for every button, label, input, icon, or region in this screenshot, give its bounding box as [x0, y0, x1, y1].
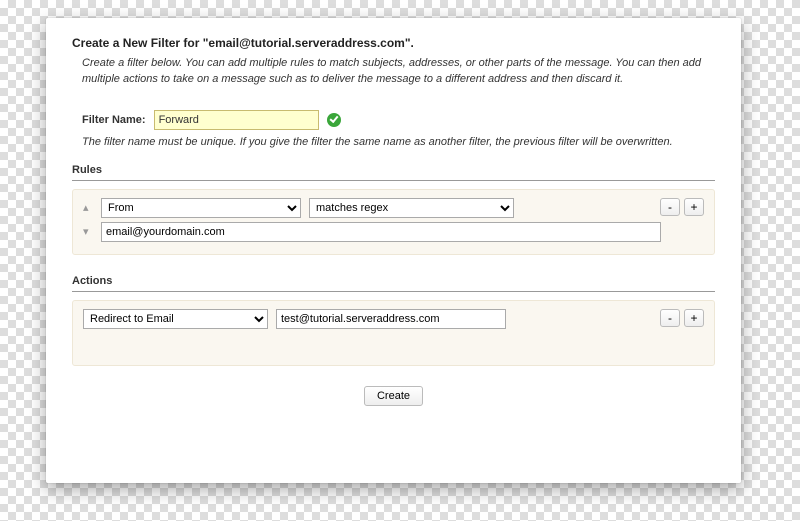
rule-value-row: ▾ [83, 222, 704, 242]
rule-value-input[interactable] [101, 222, 661, 242]
rules-add-remove: - + [660, 198, 704, 216]
arrow-up-icon[interactable]: ▴ [83, 203, 93, 213]
create-button[interactable]: Create [364, 386, 423, 406]
rule-subject-select[interactable]: From [101, 198, 301, 218]
intro-text: Create a filter below. You can add multi… [82, 56, 715, 88]
action-add-button[interactable]: + [684, 309, 704, 327]
create-wrap: Create [72, 386, 715, 406]
action-select[interactable]: Redirect to Email [83, 309, 268, 329]
actions-divider [72, 291, 715, 292]
rules-divider [72, 180, 715, 181]
filter-form-panel: Create a New Filter for "email@tutorial.… [46, 18, 741, 483]
filter-name-row: Filter Name: [82, 110, 715, 130]
rules-block: ▴ From matches regex ▾ - + [72, 189, 715, 255]
filter-name-input[interactable] [154, 110, 319, 130]
actions-block: Redirect to Email - + [72, 300, 715, 366]
rule-remove-button[interactable]: - [660, 198, 680, 216]
check-ok-icon [327, 113, 341, 127]
filter-name-note: The filter name must be unique. If you g… [82, 136, 715, 148]
arrow-down-icon[interactable]: ▾ [83, 227, 93, 237]
rule-operator-select[interactable]: matches regex [309, 198, 514, 218]
rule-row: ▴ From matches regex [83, 198, 704, 218]
page-title: Create a New Filter for "email@tutorial.… [72, 36, 715, 50]
action-target-input[interactable] [276, 309, 506, 329]
actions-add-remove: - + [660, 309, 704, 327]
filter-name-label: Filter Name: [82, 114, 146, 126]
actions-heading: Actions [72, 275, 715, 287]
rule-add-button[interactable]: + [684, 198, 704, 216]
rules-heading: Rules [72, 164, 715, 176]
action-remove-button[interactable]: - [660, 309, 680, 327]
action-row: Redirect to Email [83, 309, 704, 329]
